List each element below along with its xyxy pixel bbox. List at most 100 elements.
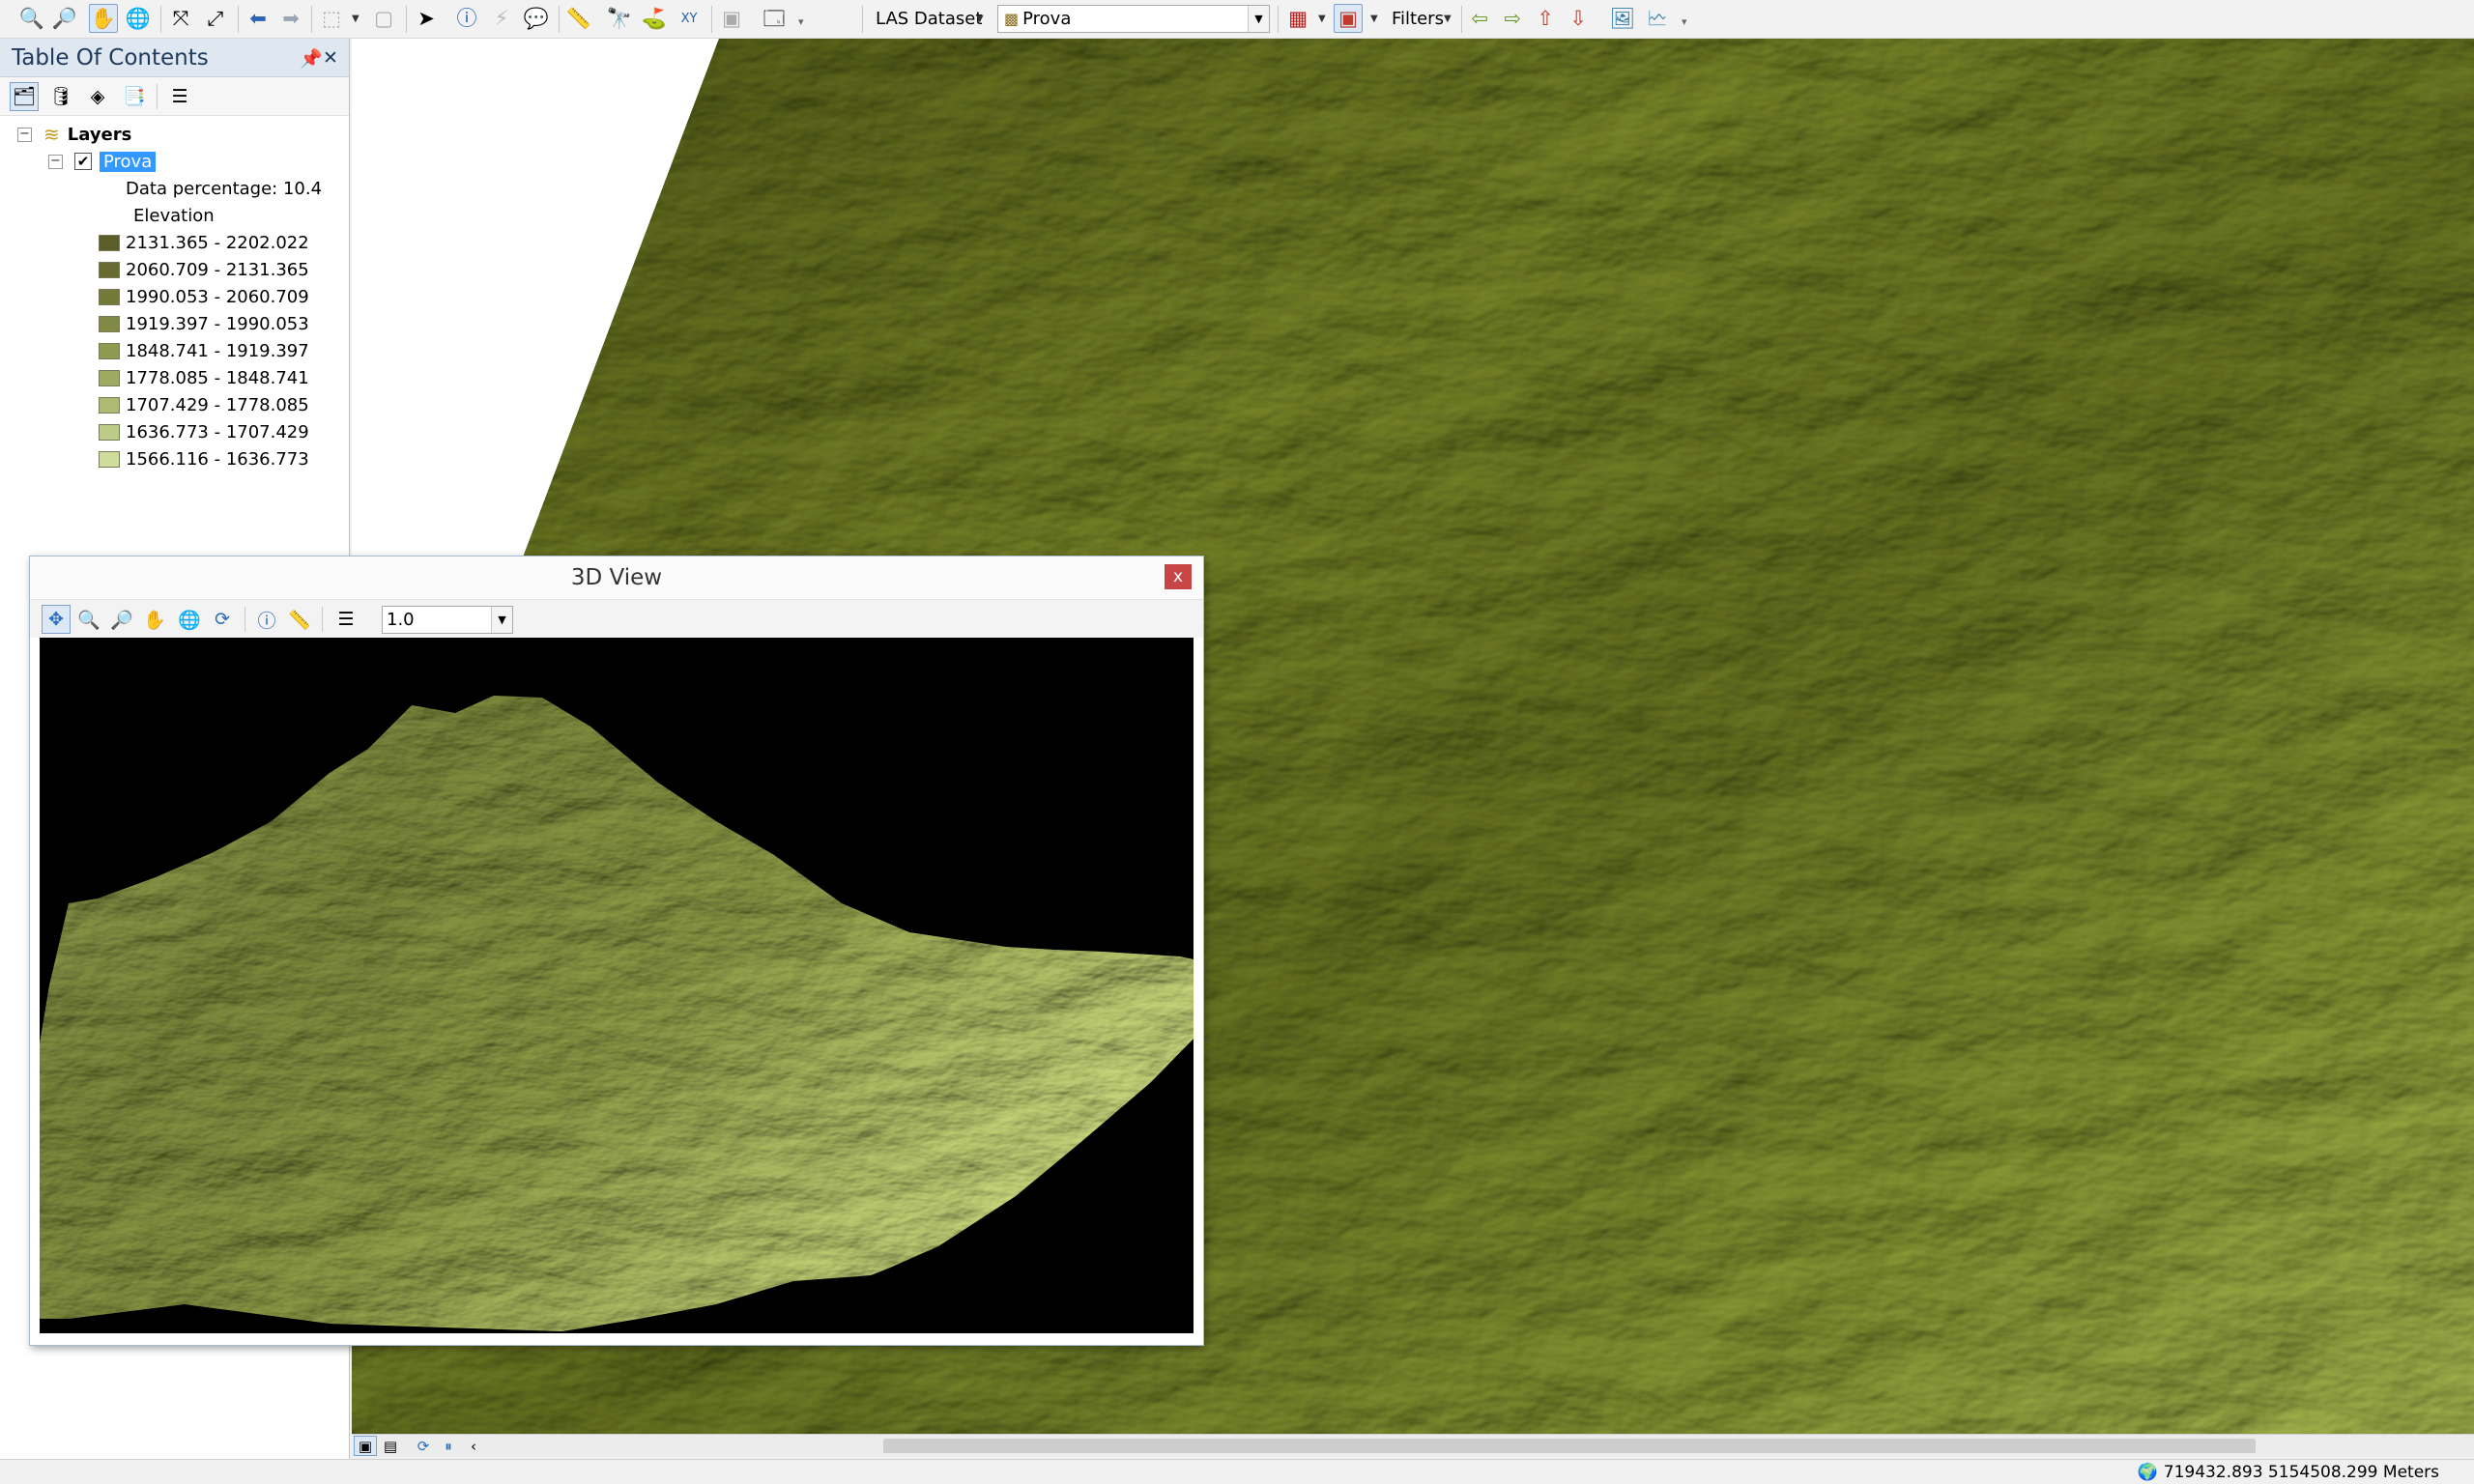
legend-class-row: 1636.773 - 1707.429 (99, 419, 309, 444)
horizontal-scrollbar[interactable] (883, 1439, 2256, 1453)
toolbar-grip-icon[interactable]: ▾ (798, 15, 804, 28)
legend-class-label: 1707.429 - 1778.085 (126, 394, 309, 415)
list-by-source-icon[interactable]: 🛢 (46, 82, 75, 111)
html-popup-icon[interactable]: 💬 (522, 4, 551, 33)
arrow-left-icon[interactable]: ⇦ (1465, 4, 1494, 33)
find-icon[interactable]: 🔭 (605, 4, 634, 33)
vertical-exaggeration-icon[interactable]: ☰ (331, 605, 360, 634)
select-features-icon[interactable]: ⬚ (317, 4, 346, 33)
close-icon[interactable]: ✕ (323, 47, 338, 69)
layout-view-icon[interactable]: ▤ (379, 1436, 402, 1456)
dropdown-arrow-icon[interactable]: ▼ (352, 14, 360, 24)
coordinate-text: 719432.893 5154508.299 Meters (2163, 1463, 2439, 1482)
legend-class-row: 1778.085 - 1848.741 (99, 365, 309, 390)
toc-title: Table Of Contents (12, 44, 209, 71)
legend-swatch (99, 288, 120, 305)
chevron-down-icon[interactable]: ▼ (491, 607, 512, 633)
las-dataset-label[interactable]: LAS Dataset (876, 9, 982, 29)
measure-icon[interactable]: 📏 (564, 4, 593, 33)
legend-class-row: 2060.709 - 2131.365 (99, 257, 309, 282)
full-extent-icon[interactable]: 🌐 (175, 605, 204, 634)
arrow-right-icon[interactable]: ⇨ (1498, 4, 1527, 33)
3d-view-canvas[interactable] (40, 638, 1194, 1333)
back-extent-icon[interactable]: ⬅ (244, 4, 273, 33)
3d-view-title: 3D View (570, 565, 663, 590)
arrow-up-icon[interactable]: ⇧ (1531, 4, 1560, 33)
list-by-visibility-icon[interactable]: ◈ (83, 82, 112, 111)
legend-swatch (99, 369, 120, 386)
clear-selection-icon[interactable]: ▢ (369, 4, 398, 33)
3d-view-titlebar[interactable]: 3D View x (30, 556, 1203, 599)
toolbar-grip-icon[interactable]: ▾ (1682, 15, 1687, 28)
layers-root-row[interactable]: − ≋ Layers (17, 122, 131, 147)
navigate-icon[interactable]: ✥ (42, 605, 71, 634)
toolbar-separator (559, 6, 560, 33)
go-to-xy-icon[interactable]: XY (675, 4, 704, 33)
las-layer-combo-value: Prova (1022, 9, 1072, 29)
measure-icon[interactable]: 📏 (285, 605, 314, 634)
layer-name[interactable]: Prova (100, 151, 157, 172)
toolbar-separator (311, 6, 312, 33)
toc-titlebar: Table Of Contents 📌 ✕ (0, 39, 349, 77)
full-extent-icon[interactable]: 🌐 (124, 4, 153, 33)
toolbar-separator (160, 6, 161, 33)
layer-row-prova[interactable]: − ✔ Prova (48, 149, 157, 174)
legend-swatch (99, 423, 120, 441)
list-by-drawing-order-icon[interactable]: 🗂 (10, 81, 39, 111)
hyperlink-icon[interactable]: ⚡ (487, 4, 516, 33)
profile-view-icon[interactable]: 🖼 (1608, 4, 1637, 33)
create-viewer-icon[interactable]: 🗔 (760, 4, 789, 33)
las-layer-combo[interactable]: ▩ Prova ▼ (997, 5, 1270, 33)
filters-label[interactable]: Filters (1392, 9, 1444, 29)
options-icon[interactable]: ☰ (165, 82, 194, 111)
data-percentage-label: Data percentage: 10.4 (126, 178, 323, 199)
legend-class-row: 1848.741 - 1919.397 (99, 338, 309, 363)
vertical-exaggeration-combo[interactable]: 1.0 ▼ (382, 606, 513, 634)
list-by-selection-icon[interactable]: 📑 (120, 82, 149, 111)
collapse-icon[interactable]: − (48, 154, 63, 169)
rotate-icon[interactable]: ⟳ (208, 605, 237, 634)
find-route-icon[interactable]: ⛳ (640, 4, 669, 33)
pin-icon[interactable]: 📌 (300, 47, 323, 70)
zoom-in-icon[interactable]: 🔍 (17, 4, 46, 33)
zoom-in-icon[interactable]: 🔍 (74, 605, 103, 634)
toc-toolbar: 🗂 🛢 ◈ 📑 ☰ (0, 77, 349, 116)
zoom-out-icon[interactable]: 🔎 (107, 605, 136, 634)
3d-terrain-render[interactable] (40, 638, 1194, 1333)
pan-icon[interactable]: ✋ (89, 4, 118, 33)
3d-view-window[interactable]: 3D View x ✥ 🔍 🔎 ✋ 🌐 ⟳ ⓘ 📏 ☰ 1.0 ▼ (29, 556, 1204, 1346)
refresh-icon[interactable]: ⟳ (412, 1436, 435, 1456)
identify-icon[interactable]: ⓘ (252, 605, 281, 634)
chevron-down-icon[interactable]: ▼ (1248, 6, 1269, 32)
fixed-zoom-out-icon[interactable]: ⤢ (201, 4, 230, 33)
legend-class-row: 1990.053 - 2060.709 (99, 284, 309, 309)
surface-symbology-icon[interactable]: ▣ (1334, 4, 1363, 33)
filters-dropdown-icon[interactable]: ▼ (1444, 14, 1452, 24)
layer-visibility-checkbox[interactable]: ✔ (74, 153, 92, 170)
las-layer-icon: ▩ (1004, 10, 1020, 28)
scroll-left-icon[interactable]: ‹ (462, 1436, 485, 1456)
forward-extent-icon[interactable]: ➡ (276, 4, 305, 33)
zoom-out-icon[interactable]: 🔎 (50, 4, 79, 33)
identify-icon[interactable]: ⓘ (452, 4, 481, 33)
arrow-down-icon[interactable]: ⇩ (1564, 4, 1593, 33)
time-slider-icon[interactable]: ▣ (717, 4, 746, 33)
fixed-zoom-in-icon[interactable]: ⤧ (166, 4, 195, 33)
select-elements-icon[interactable]: ➤ (412, 4, 441, 33)
map-bottom-bar: ▣ ▤ ⟳ ⏸ ‹ (352, 1434, 2474, 1457)
toolbar-separator (862, 6, 863, 33)
dropdown-arrow-icon[interactable]: ▼ (1370, 14, 1378, 24)
collapse-icon[interactable]: − (17, 127, 32, 142)
dropdown-arrow-icon[interactable]: ▼ (1318, 14, 1326, 24)
3d-view-icon[interactable]: 🗠 (1643, 4, 1672, 33)
pan-icon[interactable]: ✋ (140, 605, 169, 634)
legend-swatch (99, 234, 120, 251)
close-button[interactable]: x (1165, 564, 1192, 589)
data-view-icon[interactable]: ▣ (354, 1436, 377, 1456)
legend-class-row: 1919.397 - 1990.053 (99, 311, 309, 336)
point-symbology-icon[interactable]: ▦ (1283, 4, 1312, 33)
toc-tree: − ≋ Layers − ✔ Prova Data percentage: 10… (0, 116, 349, 470)
las-dataset-dropdown-icon[interactable]: ▼ (976, 14, 984, 24)
globe-icon: 🌍 (2137, 1463, 2158, 1482)
pause-drawing-icon[interactable]: ⏸ (437, 1436, 460, 1456)
